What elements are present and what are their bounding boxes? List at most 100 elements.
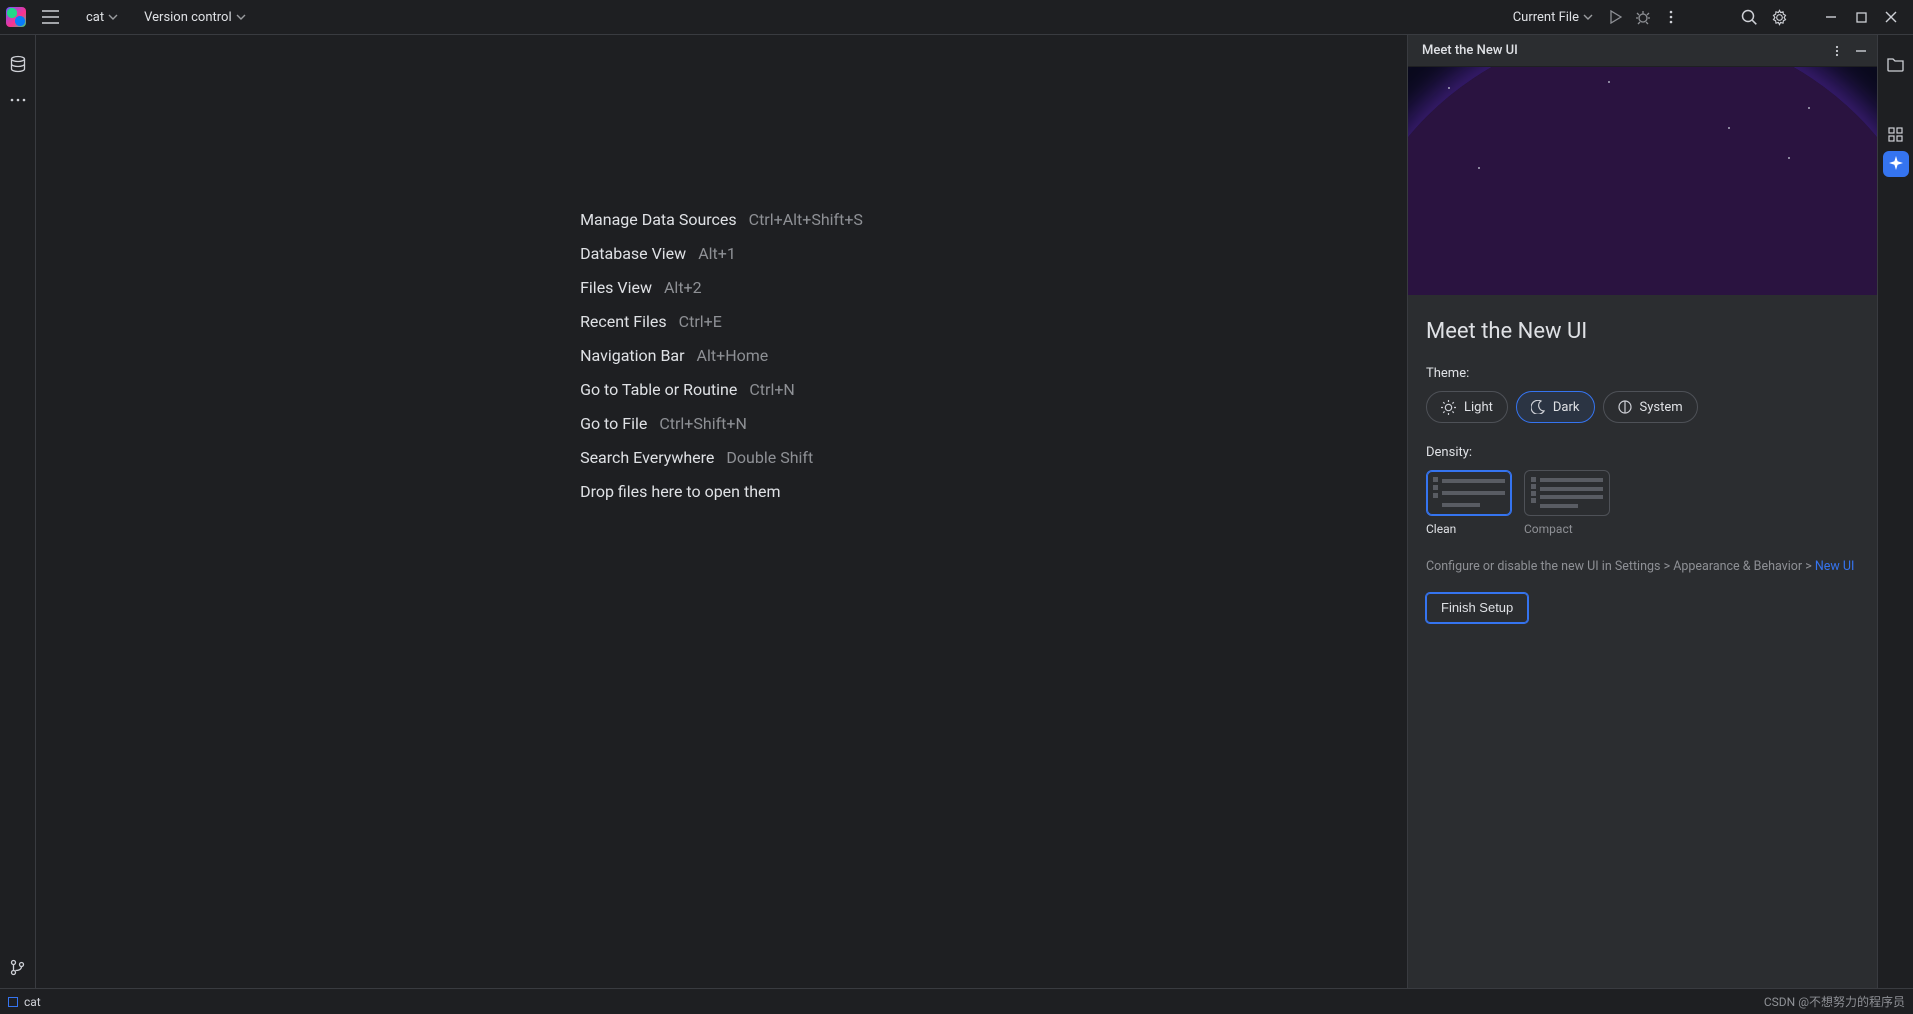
density-labels: Clean Compact [1426, 522, 1859, 536]
sun-icon [1441, 400, 1456, 415]
gear-icon [1771, 9, 1788, 26]
settings-hint: Configure or disable the new UI in Setti… [1426, 558, 1859, 577]
hero-illustration [1408, 67, 1877, 295]
system-icon [1618, 400, 1632, 414]
density-section-label: Density: [1426, 445, 1859, 460]
action-shortcut: Ctrl+Shift+N [659, 414, 747, 433]
panel-heading: Meet the New UI [1426, 319, 1859, 344]
editor-empty-state: Manage Data Sources Ctrl+Alt+Shift+S Dat… [36, 35, 1407, 988]
minimize-icon [1825, 11, 1837, 23]
vcs-dropdown[interactable]: Version control [136, 6, 254, 29]
search-everywhere-button[interactable] [1735, 3, 1763, 31]
action-shortcut: Alt+2 [664, 278, 702, 297]
density-compact-label: Compact [1524, 522, 1610, 536]
bug-icon [1635, 9, 1651, 25]
density-clean-label: Clean [1426, 522, 1512, 536]
drop-files-hint: Drop files here to open them [580, 482, 863, 501]
density-option-compact[interactable] [1524, 470, 1610, 516]
minimize-icon [1855, 45, 1867, 57]
panel-hide-button[interactable] [1849, 39, 1873, 63]
action-search-everywhere[interactable]: Search Everywhere Double Shift [580, 448, 863, 467]
layout-button[interactable] [1883, 121, 1909, 147]
settings-button[interactable] [1765, 3, 1793, 31]
density-option-clean[interactable] [1426, 470, 1512, 516]
kebab-icon [1664, 10, 1678, 24]
action-label: Go to Table or Routine [580, 380, 737, 399]
play-icon [1608, 10, 1622, 24]
action-recent-files[interactable]: Recent Files Ctrl+E [580, 312, 863, 331]
action-navigation-bar[interactable]: Navigation Bar Alt+Home [580, 346, 863, 365]
panel-header: Meet the New UI [1408, 35, 1877, 67]
action-database-view[interactable]: Database View Alt+1 [580, 244, 863, 263]
status-project-label: cat [24, 995, 41, 1009]
action-shortcut: Ctrl+N [749, 380, 794, 399]
status-bar: cat CSDN @不想努力的程序员 [0, 988, 1913, 1014]
hamburger-icon [42, 10, 59, 24]
chevron-down-icon [108, 14, 118, 20]
notifications-button[interactable] [1883, 51, 1909, 77]
status-project-widget[interactable]: cat [8, 995, 41, 1009]
right-tool-strip [1877, 35, 1913, 988]
action-shortcut: Alt+1 [698, 244, 736, 263]
panel-options-button[interactable] [1825, 39, 1849, 63]
grid-icon [1888, 127, 1903, 142]
watermark-text: CSDN @不想努力的程序员 [1764, 993, 1905, 1010]
ellipsis-icon [10, 98, 26, 102]
action-shortcut: Alt+Home [697, 346, 769, 365]
theme-option-dark[interactable]: Dark [1516, 391, 1595, 423]
project-dropdown[interactable]: cat [78, 6, 126, 29]
action-shortcut: Ctrl+E [679, 312, 722, 331]
window-close-button[interactable] [1877, 3, 1905, 31]
run-configuration-dropdown[interactable]: Current File [1505, 6, 1601, 29]
moon-icon [1531, 400, 1545, 414]
action-label: Recent Files [580, 312, 667, 331]
action-label: Go to File [580, 414, 647, 433]
maximize-icon [1856, 12, 1867, 23]
main-shell: Manage Data Sources Ctrl+Alt+Shift+S Dat… [0, 35, 1913, 988]
folder-icon [1887, 57, 1904, 72]
action-label: Files View [580, 278, 652, 297]
action-files-view[interactable]: Files View Alt+2 [580, 278, 863, 297]
debug-button[interactable] [1629, 3, 1657, 31]
panel-body: Meet the New UI Theme: Light Dark System… [1408, 67, 1877, 988]
left-tool-strip [0, 35, 36, 988]
action-shortcut: Ctrl+Alt+Shift+S [749, 210, 863, 229]
action-label: Database View [580, 244, 686, 263]
project-label: cat [86, 10, 104, 25]
action-label: Navigation Bar [580, 346, 684, 365]
action-go-to-file[interactable]: Go to File Ctrl+Shift+N [580, 414, 863, 433]
more-tools-button[interactable] [5, 87, 31, 113]
sparkle-icon [1888, 156, 1904, 172]
theme-section-label: Theme: [1426, 366, 1859, 381]
run-button[interactable] [1601, 3, 1629, 31]
module-icon [8, 997, 18, 1007]
density-selector [1426, 470, 1859, 516]
titlebar: cat Version control Current File [0, 0, 1913, 35]
finish-setup-button[interactable]: Finish Setup [1426, 593, 1528, 623]
window-minimize-button[interactable] [1817, 3, 1845, 31]
new-ui-stripe-button[interactable] [1883, 151, 1909, 177]
chevron-down-icon [1583, 14, 1593, 20]
action-label: Manage Data Sources [580, 210, 737, 229]
action-go-to-table[interactable]: Go to Table or Routine Ctrl+N [580, 380, 863, 399]
panel-title: Meet the New UI [1422, 43, 1825, 58]
settings-hint-link[interactable]: New UI [1815, 559, 1855, 574]
main-menu-button[interactable] [36, 3, 64, 31]
database-tool-button[interactable] [5, 51, 31, 77]
kebab-icon [1831, 45, 1843, 57]
chevron-down-icon [236, 14, 246, 20]
app-logo-icon [6, 7, 26, 27]
quick-action-list: Manage Data Sources Ctrl+Alt+Shift+S Dat… [580, 210, 863, 501]
action-label: Search Everywhere [580, 448, 714, 467]
window-maximize-button[interactable] [1847, 3, 1875, 31]
database-icon [9, 55, 27, 73]
vcs-tool-button[interactable] [5, 954, 31, 980]
action-manage-data-sources[interactable]: Manage Data Sources Ctrl+Alt+Shift+S [580, 210, 863, 229]
theme-option-system[interactable]: System [1603, 391, 1698, 423]
more-actions-button[interactable] [1657, 3, 1685, 31]
vcs-label: Version control [144, 10, 232, 25]
theme-option-light[interactable]: Light [1426, 391, 1508, 423]
action-shortcut: Double Shift [726, 448, 813, 467]
theme-selector: Light Dark System [1426, 391, 1859, 423]
run-config-label: Current File [1513, 10, 1579, 25]
